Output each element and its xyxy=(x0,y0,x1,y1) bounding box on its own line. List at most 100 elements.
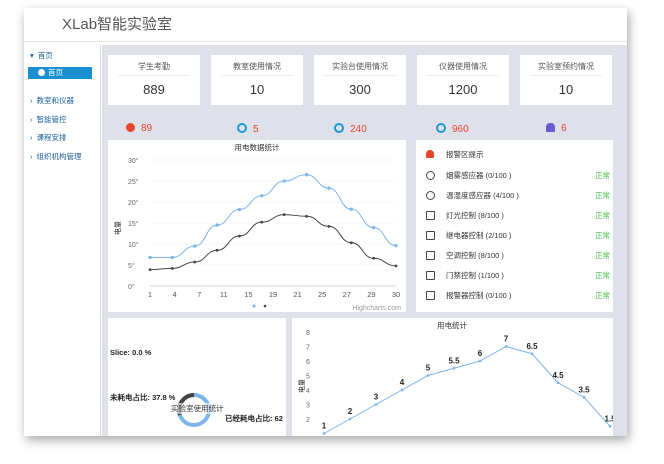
alarm-light-icon xyxy=(426,150,434,158)
data-point xyxy=(305,214,308,218)
usage-pie-panel: Slice: 0.0 % 未耗电占比: 37.8 % 已经耗电占比: 62 实验… xyxy=(108,318,286,436)
data-label: 3 xyxy=(374,393,379,402)
y-tick-label: 7 xyxy=(306,345,310,352)
sidebar-item-home[interactable]: ▾ 首页 xyxy=(30,50,53,61)
y-tick-label: 3 xyxy=(306,403,310,410)
stat-card-classroom[interactable]: 教室使用情况 10 xyxy=(211,55,303,105)
data-label: 1 xyxy=(322,422,327,431)
usage-donut-chart xyxy=(177,393,211,427)
stat-value: 300 xyxy=(349,82,371,97)
stat-card-bench[interactable]: 实验台使用情况 300 xyxy=(314,55,406,105)
air-conditioner-icon xyxy=(426,251,435,260)
data-point xyxy=(348,417,352,421)
device-status: 正常 xyxy=(595,211,610,220)
device-name: 报警器控制 (0/100 ) xyxy=(446,291,512,300)
device-row[interactable]: 灯光控制 (8/100 ) 正常 xyxy=(426,210,610,222)
device-row[interactable]: 门禁控制 (1/100 ) 正常 xyxy=(426,270,610,282)
x-tick-label: 21 xyxy=(293,290,301,299)
series-line xyxy=(323,345,611,434)
title-bar: XLab智能实验室 xyxy=(24,8,627,42)
data-label: 3.5 xyxy=(578,385,590,394)
stat-card-attendance[interactable]: 学生考勤 889 xyxy=(108,55,200,105)
data-point xyxy=(305,173,309,177)
chevron-right-icon: › xyxy=(30,133,33,142)
device-status: 正常 xyxy=(595,251,610,260)
data-point xyxy=(394,244,398,248)
data-point xyxy=(238,234,241,238)
sidebar-item-courses[interactable]: › 课程安排 xyxy=(30,132,67,143)
alert-count: 89 xyxy=(126,123,152,134)
alert-count: 5 xyxy=(237,123,259,135)
data-point xyxy=(170,255,174,259)
alert-count: 960 xyxy=(436,123,469,135)
data-point xyxy=(193,244,197,248)
data-point xyxy=(372,256,376,260)
clock-icon xyxy=(237,123,247,133)
fan-icon xyxy=(426,171,435,180)
chevron-right-icon: › xyxy=(30,96,33,105)
data-point xyxy=(582,395,586,399)
device-row[interactable]: 报警器控制 (0/100 ) 正常 xyxy=(426,290,610,302)
data-point xyxy=(237,208,241,212)
x-tick-label: 1 xyxy=(148,290,152,299)
data-label: 4.5 xyxy=(552,371,564,380)
y-axis-label: 电量 xyxy=(297,379,306,393)
chevron-right-icon: › xyxy=(30,115,33,124)
data-point xyxy=(394,264,398,268)
data-point xyxy=(322,432,326,435)
stat-value: 10 xyxy=(558,82,574,97)
data-point xyxy=(327,186,331,190)
arrow-circle-icon xyxy=(38,69,45,76)
stat-card-instrument[interactable]: 仪器使用情况 1200 xyxy=(417,55,509,105)
chart-title: 用电统计 xyxy=(437,320,467,330)
device-status: 正常 xyxy=(595,271,610,280)
y-axis-label: 电量 xyxy=(113,221,122,235)
x-tick-label: 15 xyxy=(244,290,252,299)
sidebar-item-organization[interactable]: › 组织机构管理 xyxy=(30,151,82,162)
device-row[interactable]: 继电器控制 (2/100 ) 正常 xyxy=(426,230,610,242)
chevron-right-icon: › xyxy=(30,152,33,161)
stat-card-reservation[interactable]: 实验室预约情况 10 xyxy=(520,55,612,105)
data-point xyxy=(608,424,612,428)
device-status: 正常 xyxy=(595,171,610,180)
y-tick-label: 10° xyxy=(128,241,139,249)
data-label: 1.5 xyxy=(604,414,613,423)
sidebar-subitem-home[interactable]: 首页 xyxy=(28,67,92,79)
legend-marker xyxy=(252,304,256,308)
device-row[interactable]: 空调控制 (8/100 ) 正常 xyxy=(426,250,610,262)
data-point xyxy=(215,223,219,227)
data-point xyxy=(374,403,378,406)
relay-icon xyxy=(426,231,435,240)
y-tick-label: 6 xyxy=(306,359,310,366)
device-row[interactable]: 温湿度感应器 (4/100 ) 正常 xyxy=(426,190,610,202)
device-status-panel: 报警区提示 烟雾感应器 (0/100 ) 正常 温湿度感应器 (4/100 ) 正常灯… xyxy=(416,140,613,312)
data-point xyxy=(148,255,152,259)
door-icon xyxy=(426,271,435,280)
alert-count: 6 xyxy=(546,123,567,134)
power-stats-chart: 用电统计电量 8 7 6 5 4 3 2 1 2 3 4 5 5.5 6 7 6.5 4.5 3.5 1.5 xyxy=(297,320,616,435)
y-tick-label: 30° xyxy=(128,157,139,165)
sidebar-item-smart-control[interactable]: › 智能管控 xyxy=(30,114,67,125)
data-label: 6 xyxy=(478,349,483,358)
app-window: XLab智能实验室 ▾ 首页 首页 › 教室和仪器 › 智能管控 › 课程安排 › 组织机… xyxy=(24,8,627,436)
fan-icon xyxy=(426,191,435,200)
device-header: 报警区提示 xyxy=(426,149,610,161)
data-label: 2 xyxy=(348,407,353,416)
device-row[interactable]: 烟雾感应器 (0/100 ) 正常 xyxy=(426,170,610,182)
x-tick-label: 29 xyxy=(367,290,375,299)
stat-label: 实验台使用情况 xyxy=(332,62,388,71)
stat-label: 教室使用情况 xyxy=(233,62,281,71)
x-tick-label: 4 xyxy=(173,290,177,299)
data-point xyxy=(452,366,456,370)
data-point xyxy=(327,224,331,228)
data-point xyxy=(170,266,174,270)
chart-title: 用电数据统计 xyxy=(235,142,280,152)
power-line-chart: 用电数据统计电量 30° 25° 20° 15° 10° 5° 0° 1 4 7 11 15 19 21 25… xyxy=(113,142,401,312)
y-tick-label: 15° xyxy=(128,220,139,228)
device-name: 空调控制 (8/100 ) xyxy=(446,251,504,260)
y-tick-label: 0° xyxy=(128,283,135,291)
x-tick-label: 25 xyxy=(318,290,326,299)
sidebar-item-classrooms[interactable]: › 教室和仪器 xyxy=(30,95,74,106)
data-point xyxy=(372,226,376,230)
y-tick-label: 8 xyxy=(306,330,310,337)
